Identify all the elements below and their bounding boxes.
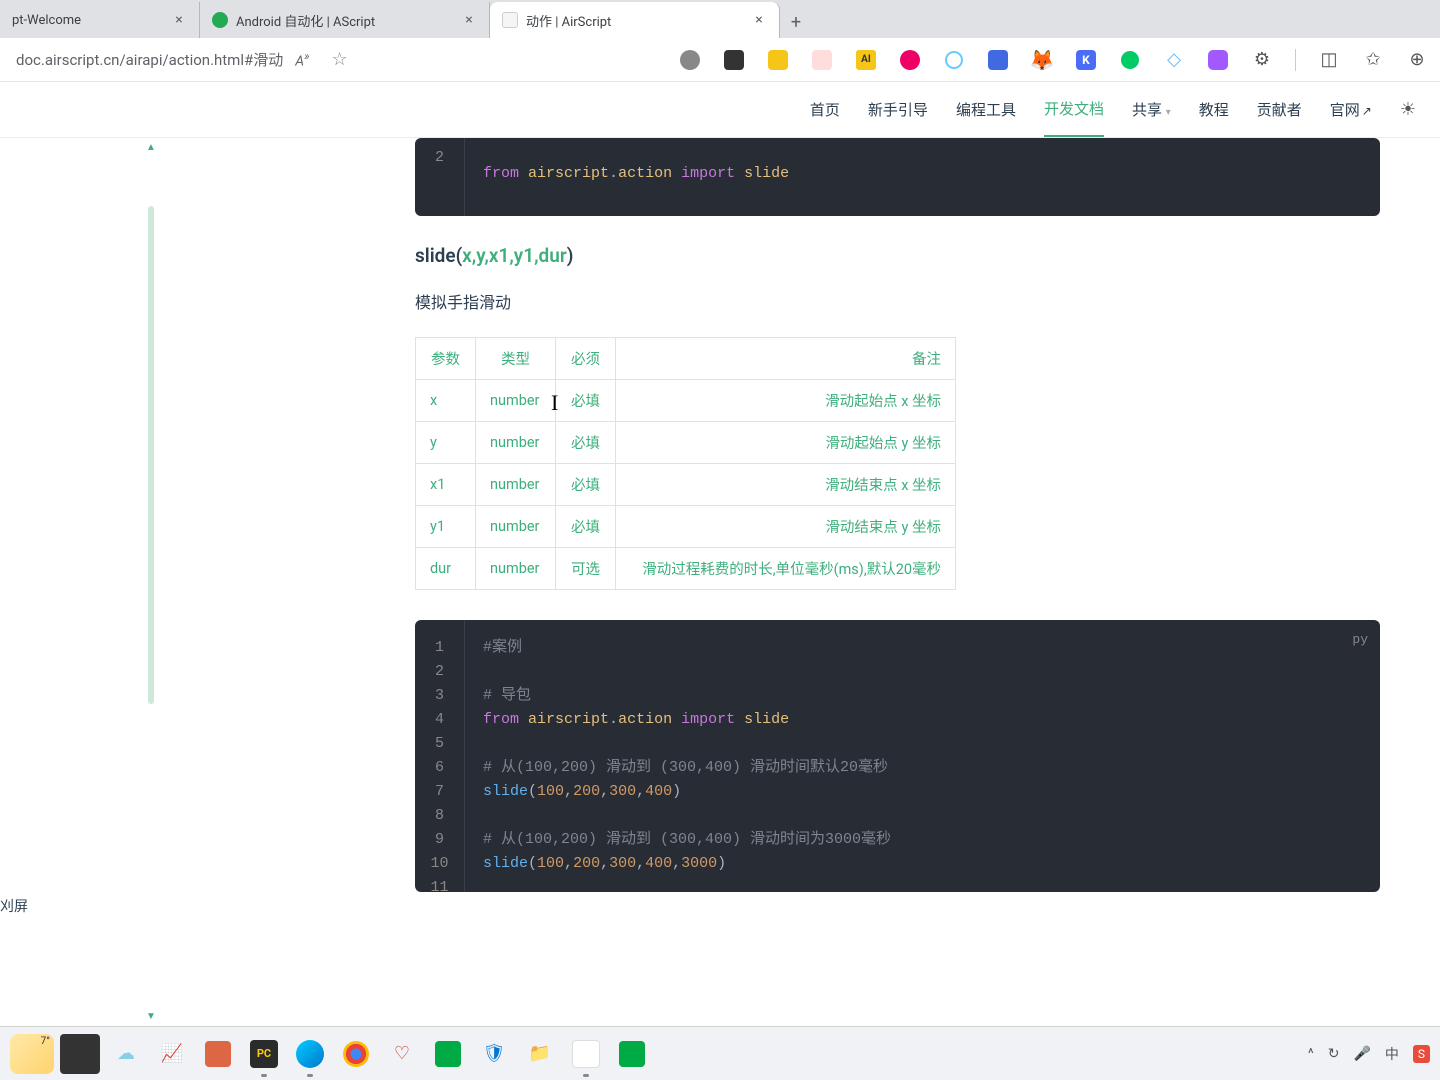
app-icon[interactable] <box>612 1034 652 1074</box>
app-icon[interactable]: 📈 <box>152 1034 192 1074</box>
extensions-menu-icon[interactable]: ⚙ <box>1251 49 1273 71</box>
tab-title: Android 自动化 | AScript <box>236 11 461 30</box>
extension-icon[interactable] <box>811 49 833 71</box>
scroll-down-icon[interactable]: ▼ <box>146 1011 156 1022</box>
site-navigation: 首页 新手引导 编程工具 开发文档 共享 ▾ 教程 贡献者 官网↗ ☀ <box>0 82 1440 138</box>
app-icon[interactable] <box>428 1034 468 1074</box>
function-signature: slide(x,y,x1,y1,dur) <box>415 244 1380 267</box>
nav-tools[interactable]: 编程工具 <box>956 83 1016 136</box>
nav-guide[interactable]: 新手引导 <box>868 83 928 136</box>
code-language-badge: py <box>1352 630 1368 651</box>
favicon-icon <box>502 12 518 28</box>
extension-icon[interactable]: K <box>1075 49 1097 71</box>
tab-title: pt-Welcome <box>12 13 171 28</box>
new-tab-button[interactable]: + <box>780 6 812 38</box>
external-link-icon: ↗ <box>1362 104 1372 118</box>
file-explorer-icon[interactable]: 📁 <box>520 1034 560 1074</box>
nav-official-site[interactable]: 官网↗ <box>1330 83 1372 136</box>
table-row: xnumber必填滑动起始点 x 坐标 <box>416 380 956 422</box>
extension-icon[interactable] <box>679 49 701 71</box>
security-icon[interactable]: 🛡 <box>474 1034 514 1074</box>
fn-args: x,y,x1,y1,dur <box>462 244 567 267</box>
app-icon[interactable]: ♡ <box>382 1034 422 1074</box>
line-numbers: 1234567891011 <box>415 620 465 892</box>
th-note: 备注 <box>616 338 956 380</box>
code-block-import: 2 from airscript.action import slide <box>415 138 1380 216</box>
browser-tab[interactable]: Android 自动化 | AScript × <box>200 2 490 38</box>
windows-taskbar: 7° ☁ 📈 PC ♡ 🛡 📁 ^ ↻ 🎤 中 S <box>0 1026 1440 1080</box>
system-tray: ^ ↻ 🎤 中 S <box>1308 1044 1430 1064</box>
tray-expand-icon[interactable]: ^ <box>1308 1046 1314 1062</box>
nav-tutorial[interactable]: 教程 <box>1199 83 1229 136</box>
th-param: 参数 <box>416 338 476 380</box>
app-icon[interactable] <box>198 1034 238 1074</box>
extension-icon[interactable]: ◇ <box>1163 49 1185 71</box>
reader-mode-icon[interactable]: A» <box>295 49 309 70</box>
browser-tab-bar: pt-Welcome × Android 自动化 | AScript × 动作 … <box>0 0 1440 38</box>
close-icon[interactable]: × <box>461 12 477 28</box>
extension-icon[interactable] <box>943 49 965 71</box>
ime-indicator[interactable]: 中 <box>1385 1044 1399 1064</box>
tab-title: 动作 | AirScript <box>526 11 751 30</box>
chevron-down-icon: ▾ <box>1166 107 1171 118</box>
favorite-icon[interactable]: ☆ <box>331 49 347 70</box>
favorites-icon[interactable]: ✩ <box>1362 49 1384 71</box>
extension-icon[interactable] <box>1119 49 1141 71</box>
wechat-icon[interactable] <box>566 1034 606 1074</box>
table-row: ynumber必填滑动起始点 y 坐标 <box>416 422 956 464</box>
sogou-ime-icon[interactable]: S <box>1413 1045 1430 1063</box>
sidebar: ▲ 刈屏 ▼ <box>0 138 155 1026</box>
nav-share[interactable]: 共享 ▾ <box>1132 83 1171 136</box>
table-row: durnumber可选滑动过程耗费的时长,单位毫秒(ms),默认20毫秒 <box>416 548 956 590</box>
table-row: x1number必填滑动结束点 x 坐标 <box>416 464 956 506</box>
params-table: 参数 类型 必须 备注 xnumber必填滑动起始点 x 坐标 ynumber必… <box>415 337 956 590</box>
nav-home[interactable]: 首页 <box>810 83 840 136</box>
function-description: 模拟手指滑动 <box>415 289 1380 313</box>
edge-icon[interactable] <box>290 1034 330 1074</box>
scroll-up-icon[interactable]: ▲ <box>146 142 156 153</box>
extension-icon[interactable] <box>1207 49 1229 71</box>
line-numbers: 2 <box>415 138 465 216</box>
close-icon[interactable]: × <box>751 12 767 28</box>
extension-icon[interactable] <box>899 49 921 71</box>
collections-icon[interactable]: ⊕ <box>1406 49 1428 71</box>
chrome-icon[interactable] <box>336 1034 376 1074</box>
extension-icon[interactable] <box>767 49 789 71</box>
sidebar-item-screenshot[interactable]: 刈屏 <box>0 896 28 916</box>
extension-icons: AI 🦊 K ◇ ⚙ ◫ ✩ ⊕ <box>679 49 1428 71</box>
taskview-icon[interactable] <box>60 1034 100 1074</box>
mic-icon[interactable]: 🎤 <box>1353 1046 1370 1062</box>
table-row: y1number必填滑动结束点 y 坐标 <box>416 506 956 548</box>
fn-name: slide <box>415 244 456 267</box>
close-icon[interactable]: × <box>171 12 187 28</box>
split-screen-icon[interactable]: ◫ <box>1318 49 1340 71</box>
weather-widget[interactable]: 7° <box>10 1034 54 1074</box>
url-field[interactable]: doc.airscript.cn/airapi/action.html#滑动 <box>12 49 287 70</box>
code-block-example: py 1234567891011 #案例 # 导包 from airscript… <box>415 620 1380 892</box>
code-line: from airscript.action import slide <box>415 146 1380 202</box>
favicon-icon <box>212 12 228 28</box>
app-icon[interactable]: ☁ <box>106 1034 146 1074</box>
code-body: #案例 # 导包 from airscript.action import sl… <box>415 620 1380 892</box>
pycharm-icon[interactable]: PC <box>244 1034 284 1074</box>
main-content: 2 from airscript.action import slide sli… <box>155 138 1440 1026</box>
extension-icon[interactable]: AI <box>855 49 877 71</box>
browser-tab[interactable]: pt-Welcome × <box>0 2 200 38</box>
sync-icon[interactable]: ↻ <box>1328 1046 1340 1062</box>
nav-contributors[interactable]: 贡献者 <box>1257 83 1302 136</box>
theme-toggle-icon[interactable]: ☀ <box>1400 99 1416 120</box>
browser-tab-active[interactable]: 动作 | AirScript × <box>490 2 780 38</box>
metamask-icon[interactable]: 🦊 <box>1031 49 1053 71</box>
text-cursor-icon: I <box>551 390 558 416</box>
nav-docs[interactable]: 开发文档 <box>1044 82 1104 137</box>
sidebar-scrollbar[interactable] <box>148 206 154 704</box>
th-type: 类型 <box>476 338 556 380</box>
th-required: 必须 <box>556 338 616 380</box>
extension-icon[interactable] <box>723 49 745 71</box>
address-bar: doc.airscript.cn/airapi/action.html#滑动 A… <box>0 38 1440 82</box>
extension-icon[interactable] <box>987 49 1009 71</box>
